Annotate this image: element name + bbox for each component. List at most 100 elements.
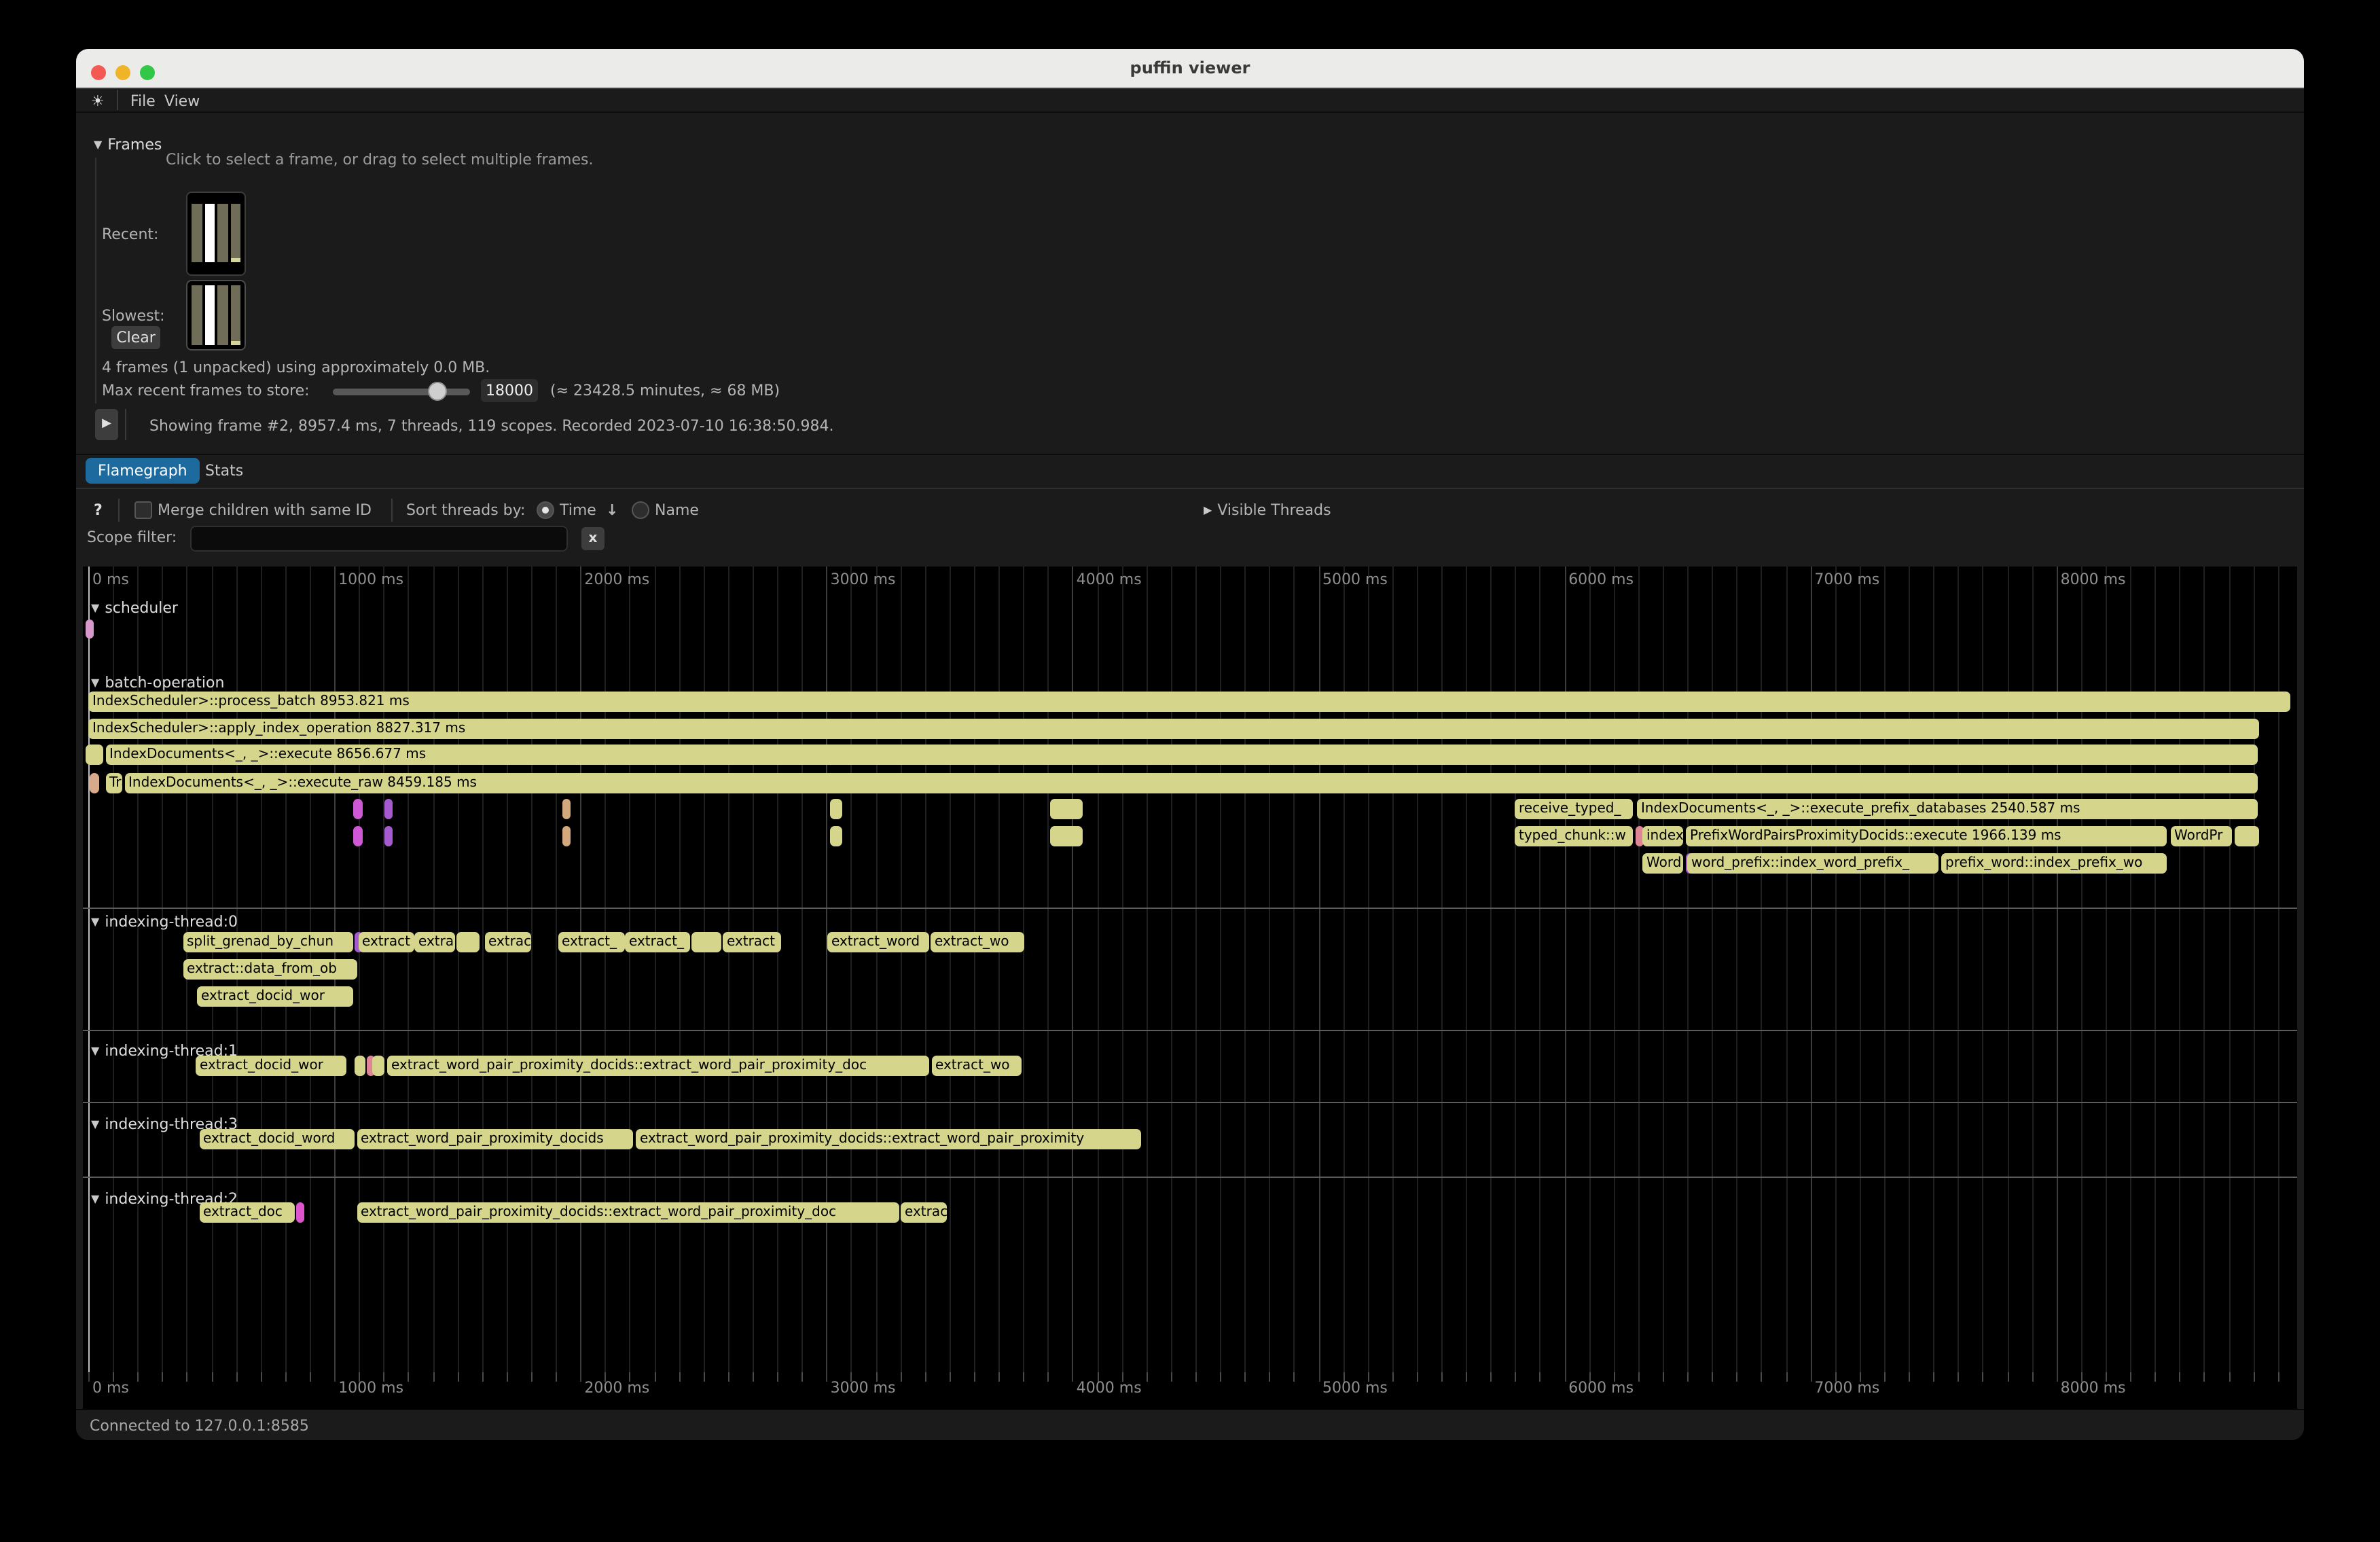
scope-bar-mini[interactable] [562, 799, 570, 819]
separator [76, 488, 2304, 489]
axis-tick [2057, 1372, 2058, 1382]
sort-time-radio[interactable] [537, 501, 554, 519]
scope-bar[interactable]: IndexScheduler>::process_batch 8953.821 … [88, 692, 2290, 712]
scope-bar[interactable]: extract_wo [931, 1056, 1021, 1076]
scope-bar[interactable]: IndexDocuments<_, _>::execute_prefix_dat… [1637, 799, 2258, 819]
scope-bar-mini[interactable] [1049, 799, 1082, 819]
scope-bar-mini[interactable] [2235, 826, 2258, 846]
max-frames-slider-knob[interactable] [428, 382, 447, 401]
time-axis-label-bottom: 7000 ms [1814, 1379, 1879, 1397]
minor-gridline [974, 567, 975, 1372]
scope-bar[interactable]: extrac [901, 1202, 947, 1223]
minor-gridline [1835, 567, 1837, 1372]
scope-bar-mini[interactable] [296, 1202, 304, 1223]
max-frames-value[interactable]: 18000 [481, 379, 538, 402]
recent-frame-thumbnail[interactable] [186, 192, 246, 276]
scope-bar-mini[interactable] [384, 799, 392, 819]
axis-tick [162, 1372, 164, 1382]
scope-bar[interactable]: PrefixWordPairsProximityDocids::execute … [1686, 826, 2167, 846]
thread-header[interactable]: ▼scheduler [91, 599, 178, 617]
axis-tick [1983, 1372, 1984, 1382]
scope-bar-mini[interactable] [355, 1056, 365, 1076]
thread-header[interactable]: ▼indexing-thread:0 [91, 913, 238, 931]
minor-gridline [1540, 567, 1541, 1372]
axis-tick [2154, 1372, 2156, 1382]
scope-bar-mini[interactable] [353, 826, 363, 846]
minor-gridline [556, 567, 557, 1372]
axis-tick [1737, 1372, 1738, 1382]
scope-bar[interactable]: extract::data_from_ob [183, 959, 357, 980]
scope-bar-mini[interactable] [372, 1056, 384, 1076]
tab-stats[interactable]: Stats [193, 458, 255, 484]
scope-bar[interactable]: extract_docid_wor [197, 986, 353, 1007]
scope-bar[interactable]: extract [723, 932, 781, 952]
clear-button[interactable]: Clear [111, 326, 160, 349]
theme-sun-icon[interactable]: ☀ [91, 92, 105, 110]
scope-bar[interactable]: extract_docid_wor [196, 1056, 346, 1076]
scope-bar[interactable]: extract_docid_word [199, 1129, 354, 1149]
scope-bar-mini[interactable] [85, 620, 93, 639]
axis-tick [2229, 1372, 2230, 1382]
scope-bar[interactable]: Trans [105, 773, 122, 793]
scope-bar[interactable]: extract_word_pair_proximity_docids::extr… [387, 1056, 929, 1076]
scope-bar[interactable]: receive_typed_ [1515, 799, 1633, 819]
scope-bar-mini[interactable] [1049, 826, 1082, 846]
max-frames-slider[interactable] [333, 389, 470, 395]
scope-bar-mini[interactable] [456, 932, 480, 952]
axis-tick [753, 1372, 754, 1382]
time-axis-label-bottom: 6000 ms [1568, 1379, 1634, 1397]
frames-hint: Click to select a frame, or drag to sele… [166, 151, 593, 168]
axis-tick [334, 1372, 336, 1382]
slowest-frame-thumbnail[interactable] [186, 280, 246, 351]
scope-bar[interactable]: extract_wo [931, 932, 1024, 952]
scope-bar[interactable]: Word [1642, 853, 1683, 874]
scope-filter-clear-button[interactable]: x [581, 527, 605, 550]
scope-bar[interactable]: extract_word [827, 932, 929, 952]
minor-gridline [1392, 567, 1394, 1372]
scope-bar[interactable]: WordPr [2170, 826, 2231, 846]
scope-bar[interactable]: index [1642, 826, 1683, 846]
scope-bar-mini[interactable] [384, 826, 392, 846]
play-button[interactable]: ▶ [95, 409, 118, 440]
menu-view[interactable]: View [164, 92, 200, 110]
scope-bar[interactable]: IndexScheduler>::apply_index_operation 8… [88, 719, 2259, 739]
scope-bar-mini[interactable] [691, 932, 721, 952]
scope-bar-mini[interactable] [353, 799, 363, 819]
menu-file[interactable]: File [130, 92, 156, 110]
axis-tick [2253, 1372, 2254, 1382]
scope-bar[interactable]: word_prefix::index_word_prefix_ [1687, 853, 1939, 874]
scope-bar[interactable]: extrac [484, 932, 530, 952]
frames-section-header[interactable]: ▼Frames [94, 136, 162, 154]
scope-bar[interactable]: IndexDocuments<_, _>::execute_raw 8459.1… [124, 773, 2257, 793]
scope-bar[interactable]: extract [358, 932, 414, 952]
tab-flamegraph[interactable]: Flamegraph [86, 458, 200, 484]
scope-bar[interactable]: extract_ [625, 932, 690, 952]
visible-threads-toggle[interactable]: ▶Visible Threads [1204, 501, 1331, 519]
sort-direction-arrow-icon[interactable]: ↓ [606, 501, 618, 519]
axis-tick [801, 1372, 803, 1382]
scope-bar-mini[interactable] [86, 745, 103, 765]
sort-name-radio[interactable] [632, 501, 649, 519]
scope-bar[interactable]: prefix_word::index_prefix_wo [1941, 853, 2167, 874]
scope-bar[interactable]: split_grenad_by_chun [183, 932, 353, 952]
help-button[interactable]: ? [94, 501, 103, 519]
scope-bar[interactable]: extract_word_pair_proximity_docids [357, 1129, 632, 1149]
scope-bar[interactable]: extract_doc [199, 1202, 295, 1223]
scope-bar[interactable]: extra [414, 932, 454, 952]
scope-filter-input[interactable] [190, 526, 568, 552]
axis-tick [1810, 1372, 1811, 1382]
scope-bar[interactable]: typed_chunk::w [1515, 826, 1633, 846]
scope-bar-mini[interactable] [830, 799, 842, 819]
scope-bar-mini[interactable] [90, 773, 99, 793]
scope-bar[interactable]: extract_word_pair_proximity_docids::extr… [357, 1202, 899, 1223]
scope-bar[interactable]: IndexDocuments<_, _>::execute 8656.677 m… [105, 745, 2257, 765]
flamegraph-canvas[interactable]: 0 ms0 ms1000 ms1000 ms2000 ms2000 ms3000… [83, 567, 2297, 1410]
collapse-triangle-icon: ▼ [91, 1045, 99, 1057]
scope-bar-mini[interactable] [830, 826, 842, 846]
thread-header[interactable]: ▼batch-operation [91, 674, 224, 692]
scope-bar[interactable]: extract_ [558, 932, 624, 952]
scope-bar-mini[interactable] [562, 826, 570, 846]
minor-gridline [531, 567, 533, 1372]
merge-children-checkbox[interactable] [134, 501, 152, 519]
scope-bar[interactable]: extract_word_pair_proximity_docids::extr… [636, 1129, 1141, 1149]
